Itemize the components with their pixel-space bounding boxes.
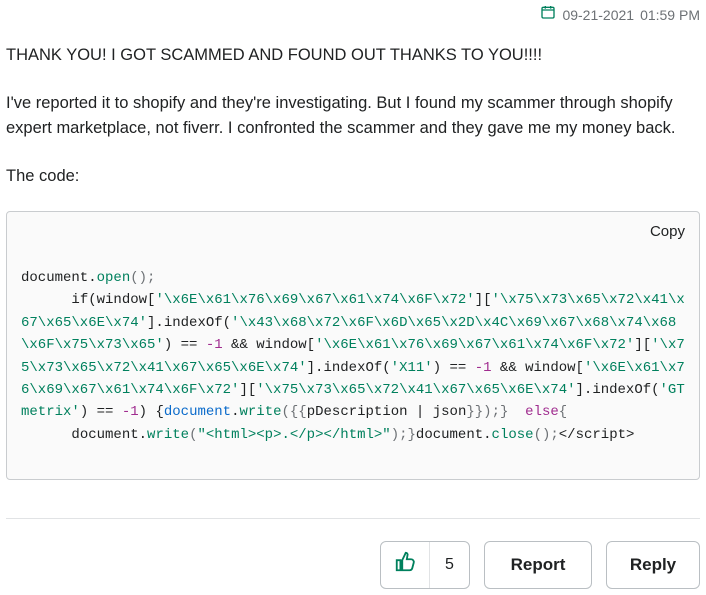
- like-box: 5: [380, 541, 470, 589]
- report-button[interactable]: Report: [484, 541, 592, 589]
- code-token: && window[: [492, 360, 584, 376]
- code-token: {: [559, 404, 567, 420]
- post-timestamp: 09-21-2021 01:59 PM: [6, 0, 700, 25]
- code-token: else: [508, 404, 558, 420]
- calendar-icon: [540, 4, 556, 25]
- code-token: -1: [122, 404, 139, 420]
- code-token: ) ==: [80, 404, 122, 420]
- code-token: ) ==: [164, 337, 206, 353]
- code-token: 'X11': [391, 360, 433, 376]
- code-token: open: [97, 270, 131, 286]
- post-paragraph: THANK YOU! I GOT SCAMMED AND FOUND OUT T…: [6, 43, 700, 69]
- thumbs-up-icon: [394, 551, 416, 578]
- code-token: document: [164, 404, 231, 420]
- post-paragraph: I've reported it to shopify and they're …: [6, 91, 700, 142]
- code-token: write: [239, 404, 281, 420]
- post-actions: 5 Report Reply: [6, 541, 700, 589]
- like-count: 5: [429, 542, 469, 588]
- code-token: '\x6E\x61\x76\x69\x67\x61\x74\x6F\x72': [155, 292, 474, 308]
- code-token: );}: [391, 427, 416, 443]
- code-token: ) ==: [433, 360, 475, 376]
- code-token: ();: [130, 270, 155, 286]
- code-token: write: [147, 427, 189, 443]
- code-token: document.: [21, 427, 147, 443]
- like-button[interactable]: [381, 542, 429, 588]
- copy-button[interactable]: Copy: [650, 220, 685, 244]
- code-token: ][: [634, 337, 651, 353]
- post-date: 09-21-2021: [562, 7, 634, 23]
- code-token: ) {: [139, 404, 164, 420]
- code-token: && window[: [223, 337, 315, 353]
- code-token: pDescription | json: [307, 404, 467, 420]
- code-block: Copy document.open(); if(window['\x6E\x6…: [6, 211, 700, 479]
- code-token: </script>: [559, 427, 635, 443]
- code-token: ({{: [282, 404, 307, 420]
- post-time: 01:59 PM: [640, 7, 700, 23]
- code-token: '\x75\x73\x65\x72\x41\x67\x65\x6E\x74': [256, 382, 575, 398]
- reply-button[interactable]: Reply: [606, 541, 700, 589]
- code-token: document.: [21, 270, 97, 286]
- code-token: close: [492, 427, 534, 443]
- code-token: ][: [239, 382, 256, 398]
- code-token: '\x6E\x61\x76\x69\x67\x61\x74\x6F\x72': [315, 337, 634, 353]
- code-token: ][: [475, 292, 492, 308]
- code-token: ].indexOf(: [307, 360, 391, 376]
- code-token: document.: [416, 427, 492, 443]
- divider: [6, 518, 700, 519]
- post-body: THANK YOU! I GOT SCAMMED AND FOUND OUT T…: [6, 25, 700, 480]
- post-paragraph: The code:: [6, 164, 700, 190]
- code-token: }});}: [466, 404, 508, 420]
- code-token: -1: [475, 360, 492, 376]
- code-token: -1: [206, 337, 223, 353]
- code-token: if(window[: [21, 292, 155, 308]
- code-token: ].indexOf(: [147, 315, 231, 331]
- code-token: ].indexOf(: [576, 382, 660, 398]
- code-token: ();: [534, 427, 559, 443]
- code-token: "<html><p>.</p></html>": [197, 427, 390, 443]
